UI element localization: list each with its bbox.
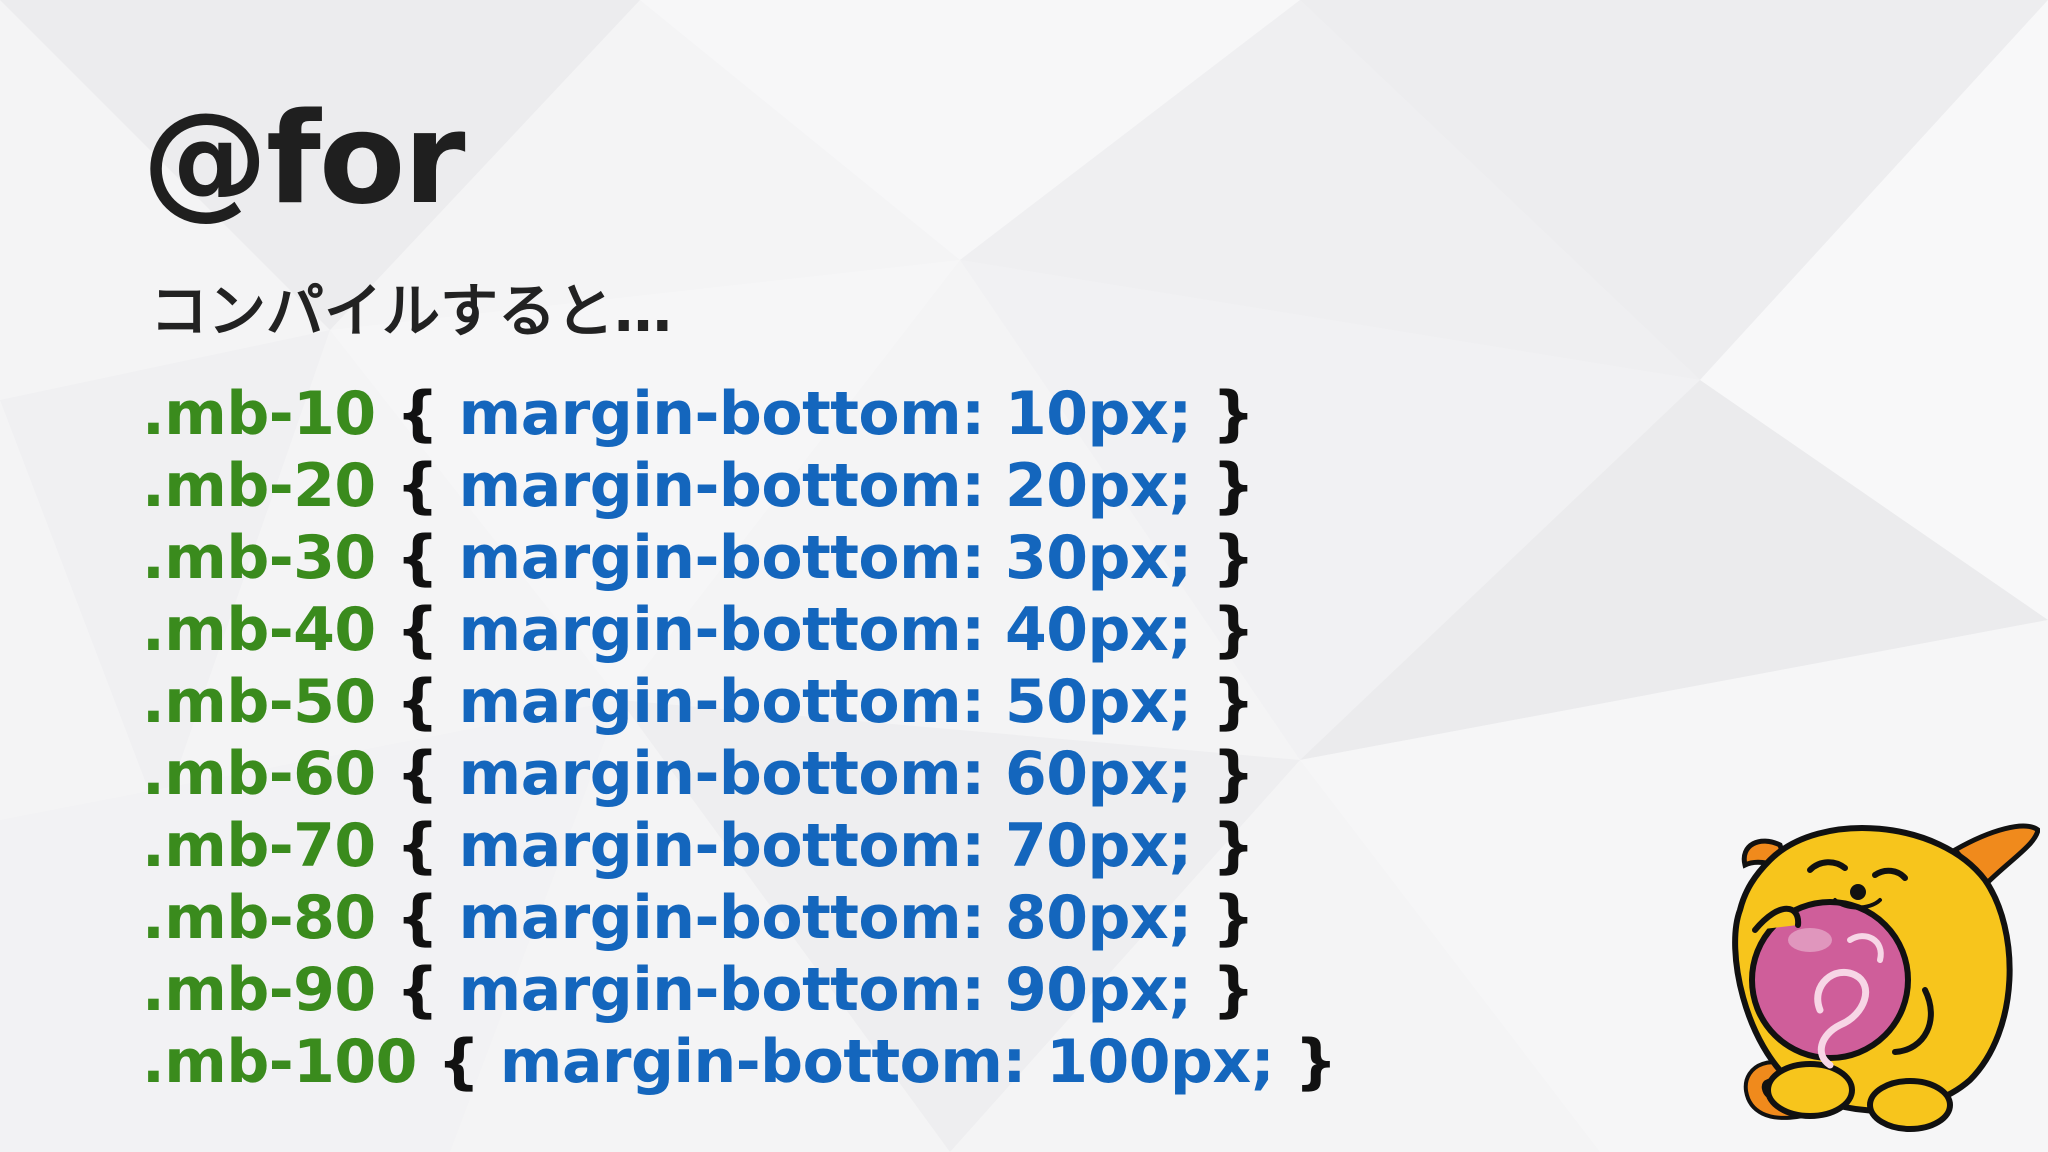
open-brace: { — [396, 523, 439, 593]
css-selector: .mb-100 — [142, 1027, 417, 1097]
css-declaration: margin-bottom: 60px; — [458, 739, 1193, 809]
css-declaration: margin-bottom: 40px; — [458, 595, 1193, 665]
css-selector: .mb-20 — [142, 451, 376, 521]
code-line: .mb-90 { margin-bottom: 90px; } — [142, 954, 1337, 1026]
slide-title: @for — [142, 85, 466, 232]
code-line: .mb-30 { margin-bottom: 30px; } — [142, 522, 1337, 594]
code-block: .mb-10 { margin-bottom: 10px; } .mb-20 {… — [142, 378, 1337, 1098]
css-selector: .mb-70 — [142, 811, 376, 881]
css-declaration: margin-bottom: 90px; — [458, 955, 1193, 1025]
close-brace: } — [1212, 883, 1255, 953]
code-line: .mb-50 { margin-bottom: 50px; } — [142, 666, 1337, 738]
css-declaration: margin-bottom: 80px; — [458, 883, 1193, 953]
close-brace: } — [1212, 811, 1255, 881]
slide-subtitle: コンパイルすると… — [150, 277, 673, 345]
open-brace: { — [396, 379, 439, 449]
open-brace: { — [396, 739, 439, 809]
close-brace: } — [1212, 739, 1255, 809]
css-declaration: margin-bottom: 50px; — [458, 667, 1193, 737]
close-brace: } — [1294, 1027, 1338, 1097]
open-brace: { — [396, 955, 439, 1025]
css-declaration: margin-bottom: 70px; — [458, 811, 1193, 881]
open-brace: { — [396, 667, 439, 737]
css-declaration: margin-bottom: 30px; — [458, 523, 1193, 593]
close-brace: } — [1212, 595, 1255, 665]
css-selector: .mb-30 — [142, 523, 376, 593]
css-declaration: margin-bottom: 10px; — [458, 379, 1193, 449]
css-selector: .mb-50 — [142, 667, 376, 737]
close-brace: } — [1212, 955, 1255, 1025]
code-line: .mb-10 { margin-bottom: 10px; } — [142, 378, 1337, 450]
css-selector: .mb-60 — [142, 739, 376, 809]
close-brace: } — [1212, 451, 1255, 521]
close-brace: } — [1212, 667, 1255, 737]
open-brace: { — [396, 811, 439, 881]
code-line: .mb-40 { margin-bottom: 40px; } — [142, 594, 1337, 666]
open-brace: { — [396, 451, 439, 521]
code-line: .mb-20 { margin-bottom: 20px; } — [142, 450, 1337, 522]
css-selector: .mb-80 — [142, 883, 376, 953]
open-brace: { — [437, 1027, 480, 1097]
css-declaration: margin-bottom: 20px; — [458, 451, 1193, 521]
code-line: .mb-100 { margin-bottom: 100px; } — [142, 1026, 1337, 1098]
css-selector: .mb-40 — [142, 595, 376, 665]
css-selector: .mb-10 — [142, 379, 376, 449]
code-line: .mb-60 { margin-bottom: 60px; } — [142, 738, 1337, 810]
open-brace: { — [396, 883, 439, 953]
css-declaration: margin-bottom: 100px; — [499, 1027, 1275, 1097]
wapuu-mascot-icon — [1732, 823, 2040, 1132]
code-line: .mb-70 { margin-bottom: 70px; } — [142, 810, 1337, 882]
open-brace: { — [396, 595, 439, 665]
code-line: .mb-80 { margin-bottom: 80px; } — [142, 882, 1337, 954]
close-brace: } — [1212, 379, 1255, 449]
close-brace: } — [1212, 523, 1255, 593]
css-selector: .mb-90 — [142, 955, 376, 1025]
